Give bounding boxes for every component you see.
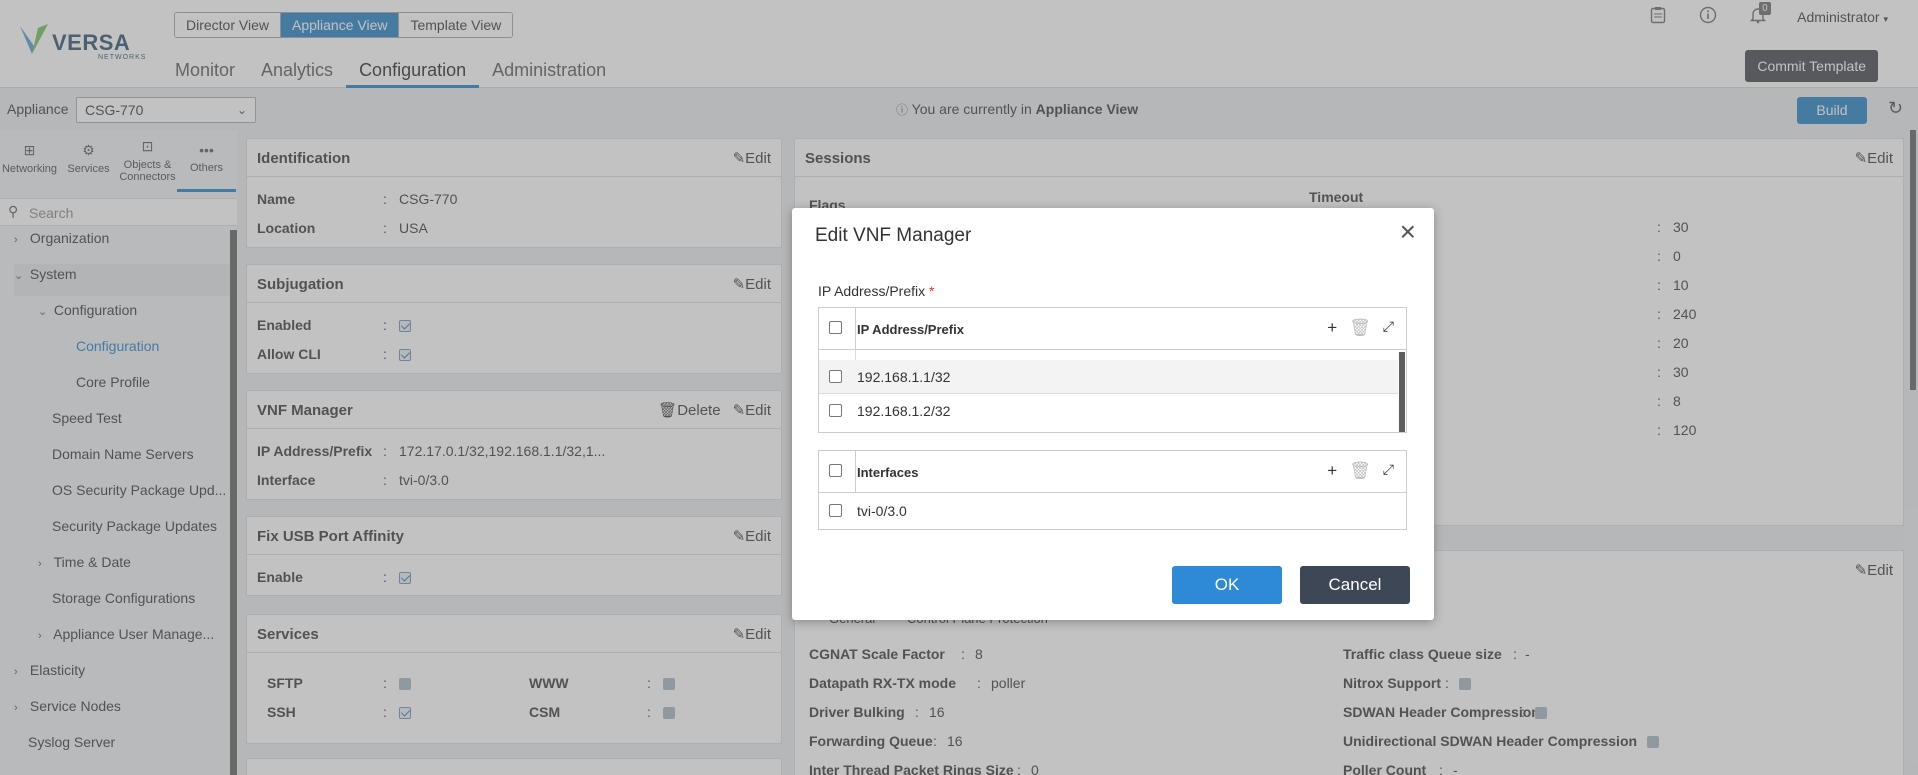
add-icon[interactable]: + [1327,461,1337,481]
column-header-ip-prefix: IP Address/Prefix [857,322,964,337]
checkbox [829,370,842,383]
table-header: Interfaces + 🗑 ⤢ [819,451,1406,493]
table-row[interactable]: tvi-0/3.0 [819,494,1406,528]
select-all-checkbox[interactable] [829,464,842,480]
ok-button[interactable]: OK [1172,566,1282,604]
required-mark: * [929,283,935,299]
table-row[interactable]: 192.168.1.1/32 [819,360,1398,394]
dialog-title: Edit VNF Manager [815,225,972,246]
trash-icon[interactable]: 🗑 [1349,318,1371,338]
checkbox [829,464,842,477]
expand-icon[interactable]: ⤢ [1383,318,1394,338]
row-checkbox[interactable] [829,404,842,420]
ip-prefix-table: IP Address/Prefix + 🗑 ⤢ 192.168.1.1/32 1… [818,307,1407,433]
table-actions: + 🗑 ⤢ [1327,318,1394,338]
close-icon[interactable]: × [1400,218,1416,246]
row-checkbox[interactable] [829,370,842,386]
checkbox [829,404,842,417]
row-checkbox[interactable] [829,504,842,520]
select-all-checkbox[interactable] [829,321,842,337]
trash-icon[interactable]: 🗑 [1349,461,1371,481]
column-divider [855,451,856,493]
table-header: IP Address/Prefix + 🗑 ⤢ [819,308,1406,350]
field-label-text: IP Address/Prefix [818,283,926,299]
table-actions: + 🗑 ⤢ [1327,461,1394,481]
cancel-button[interactable]: Cancel [1300,566,1410,604]
ip-prefix-field-label: IP Address/Prefix * [818,283,934,299]
row-ip-prefix: 192.168.1.2/32 [857,403,951,419]
interfaces-table: Interfaces + 🗑 ⤢ tvi-0/3.0 [818,450,1407,530]
column-divider [855,308,856,350]
checkbox [829,504,842,517]
column-divider [855,350,856,360]
row-ip-prefix: 192.168.1.1/32 [857,369,951,385]
checkbox [829,321,842,334]
edit-vnf-manager-dialog: Edit VNF Manager × IP Address/Prefix * I… [792,208,1434,620]
table-row[interactable]: 192.168.1.2/32 [819,394,1398,428]
column-header-interfaces: Interfaces [857,465,919,480]
table-scrollbar[interactable] [1399,352,1405,432]
row-interface: tvi-0/3.0 [857,503,907,519]
add-icon[interactable]: + [1327,318,1337,338]
expand-icon[interactable]: ⤢ [1383,461,1394,481]
